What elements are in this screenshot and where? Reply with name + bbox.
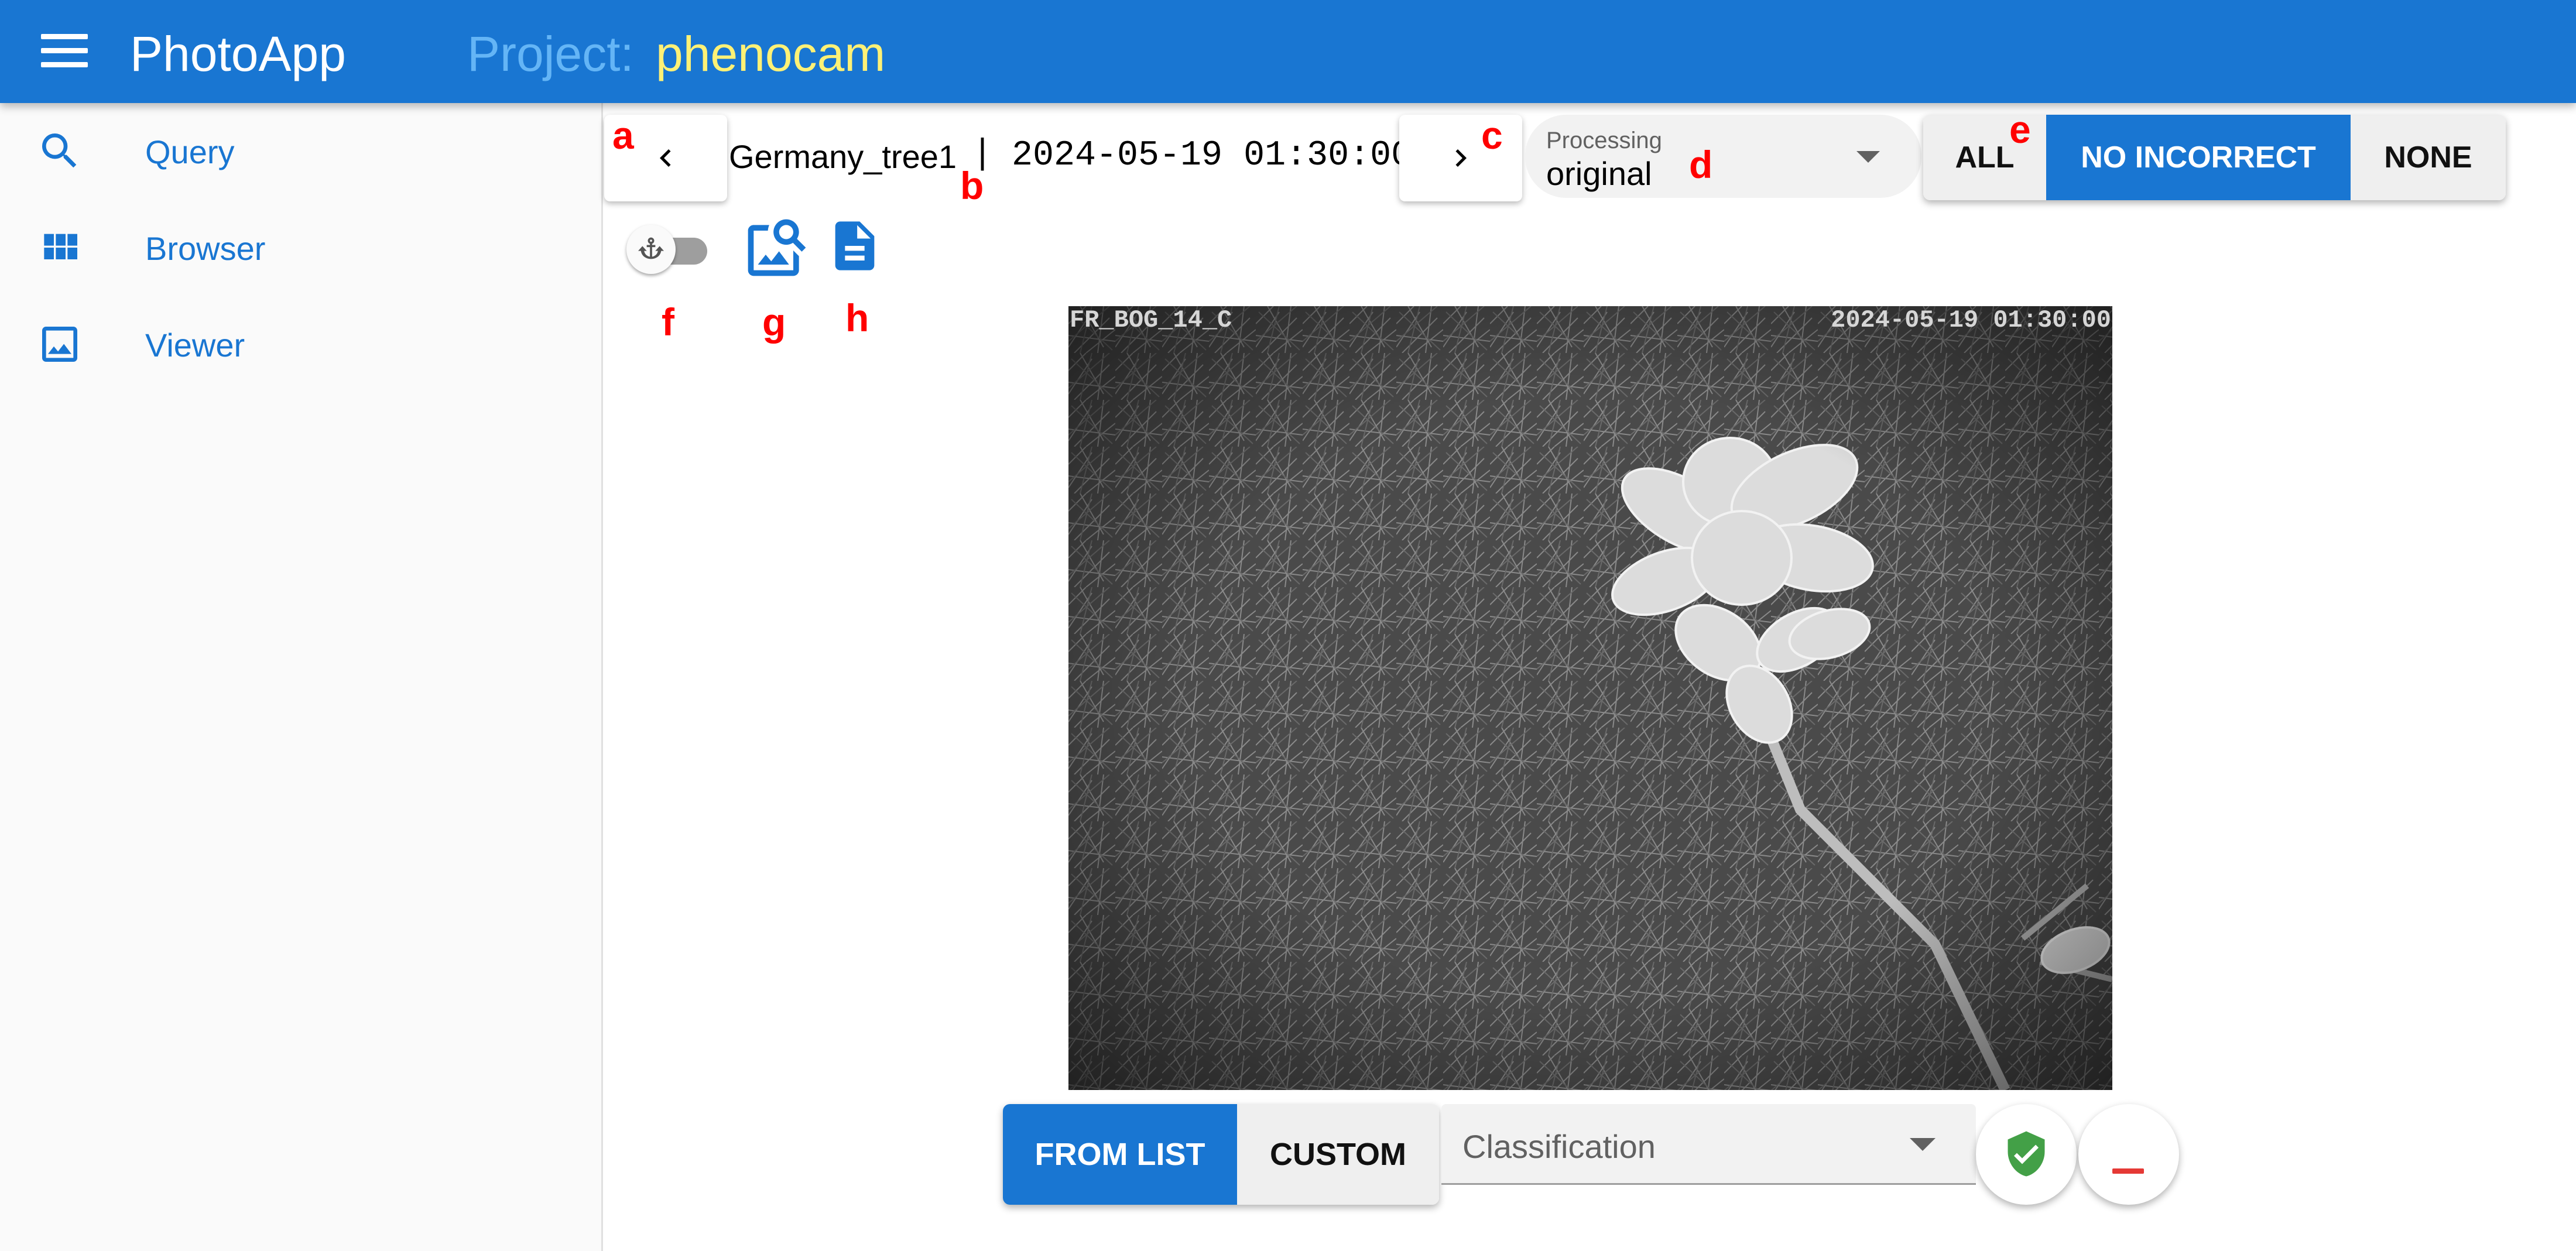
document-icon[interactable] [825,217,884,275]
marker-a: a [612,114,634,157]
anchor-toggle[interactable] [626,225,714,274]
photo-image [1068,306,2112,1090]
next-photo-button[interactable] [1399,115,1522,201]
check-shield-icon [2008,1131,2045,1177]
sidebar: Query Browser Viewer [0,103,603,1251]
photo-station-overlay: FR_BOG_14_C [1070,306,1232,334]
confirm-classification-button[interactable] [1976,1104,2077,1205]
photo-name: Germany_tree1 [729,138,957,175]
image-icon [42,327,77,362]
project-name: phenocam [656,26,886,81]
search-icon [42,133,77,168]
photo-timestamp-overlay: 2024-05-19 01:30:00 [1831,306,2111,334]
chevron-left-icon [660,149,671,167]
custom-button[interactable]: CUSTOM [1237,1104,1439,1205]
classification-select[interactable]: Classification [1441,1104,1976,1185]
marker-e: e [2009,108,2031,151]
from-list-button[interactable]: FROM LIST [1003,1104,1237,1205]
sidebar-item-label: Browser [145,230,266,267]
sidebar-item-label: Viewer [145,327,245,364]
dropdown-arrow-icon [1910,1138,1936,1151]
image-search-icon[interactable] [742,214,810,282]
classification-mode-group: FROM LIST CUSTOM [1003,1104,1439,1205]
project-label: Project: [467,26,634,81]
processing-label: Processing [1546,128,1662,153]
marker-f: f [662,300,674,344]
phenocam-photo: FR_BOG_14_C 2024-05-19 01:30:00 [1068,306,2112,1090]
photo-timestamp: 2024-05-19 01:30:00 [1012,136,1413,176]
marker-d: d [1689,143,1713,186]
filter-none-button[interactable]: NONE [2351,115,2506,200]
grid-icon [44,234,77,259]
sidebar-item-browser[interactable]: Browser [0,200,601,296]
sidebar-item-viewer[interactable]: Viewer [0,296,601,393]
hamburger-menu-icon[interactable] [41,34,88,68]
classification-placeholder: Classification [1462,1128,1656,1165]
processing-value: original [1546,155,1652,192]
processing-select[interactable]: Processing original [1525,115,1921,198]
marker-b: b [960,164,984,207]
marker-c: c [1481,114,1503,157]
toggle-knob [626,225,676,274]
sidebar-item-query[interactable]: Query [0,103,601,200]
minus-icon [2112,1168,2144,1174]
marker-g: g [762,300,786,344]
clear-classification-button[interactable] [2078,1104,2179,1205]
app-bar: PhotoApp Project: phenocam [0,0,2576,103]
chevron-right-icon [1455,149,1467,167]
sidebar-item-label: Query [145,133,235,170]
marker-h: h [845,296,869,340]
app-title: PhotoApp [130,26,346,81]
dropdown-arrow-icon [1856,151,1880,163]
filter-no-incorrect-button[interactable]: NO INCORRECT [2046,115,2351,200]
anchor-icon [638,237,664,259]
